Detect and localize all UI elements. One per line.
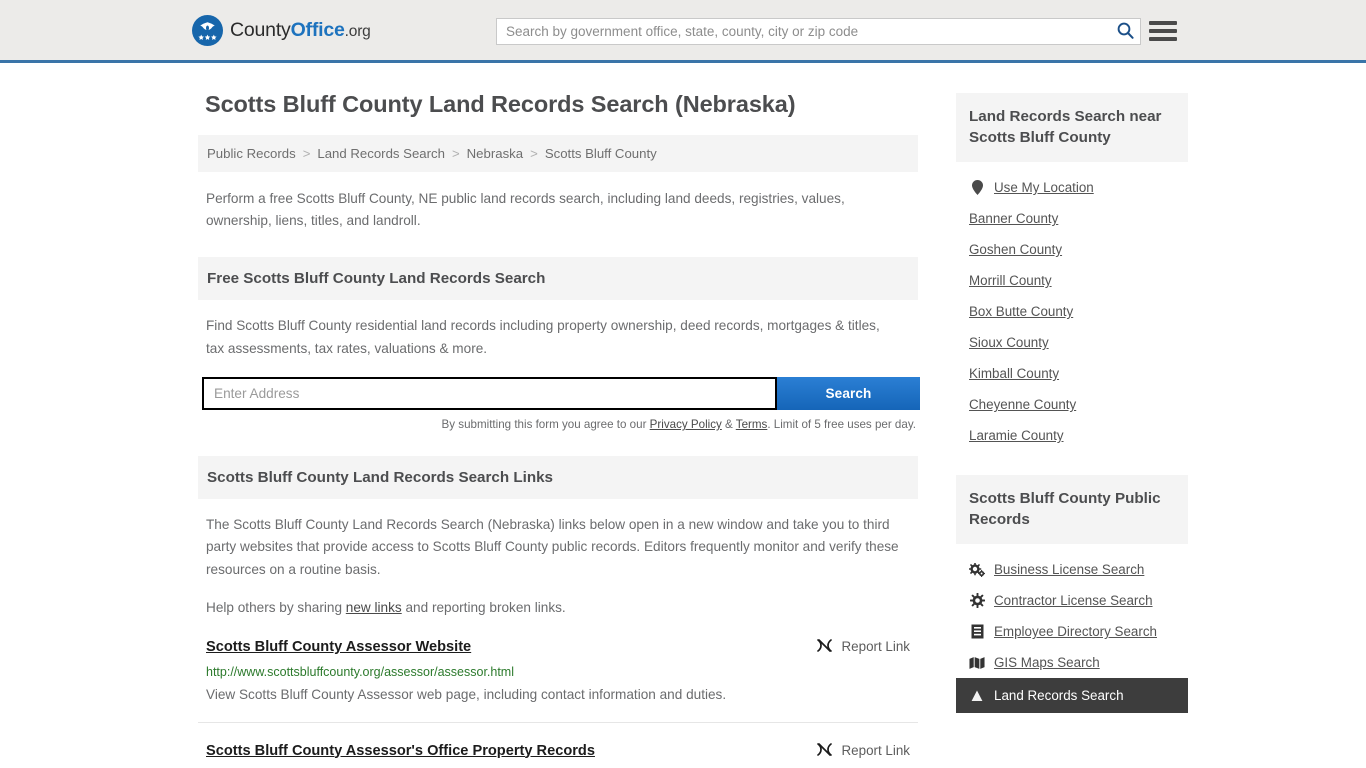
sidebar-item-cheyenne-county[interactable]: Cheyenne County [956,389,1188,420]
sidebar-item-box-butte-county[interactable]: Box Butte County [956,296,1188,327]
menu-bar-1 [1149,21,1177,25]
help-share-line: Help others by sharing new links and rep… [198,581,918,619]
sidebar-link-label[interactable]: Employee Directory Search [994,624,1157,639]
terms-link[interactable]: Terms [736,418,768,431]
sidebar-link-label[interactable]: Contractor License Search [994,593,1153,608]
report-link-button[interactable]: Report Link [798,742,910,760]
result-item: Scotts Bluff County Assessor Website Rep… [198,619,918,723]
broken-link-icon [816,742,833,760]
public-records-panel-heading: Scotts Bluff County Public Records [956,475,1188,545]
cogs-icon [969,562,985,577]
result-header: Scotts Bluff County Assessor's Office Pr… [206,742,910,761]
breadcrumb: Public Records > Land Records Search > N… [198,135,918,173]
nearby-panel-heading: Land Records Search near Scotts Bluff Co… [956,93,1188,163]
sidebar-link-label[interactable]: Goshen County [969,242,1062,257]
breadcrumb-item-public-records[interactable]: Public Records [207,146,296,161]
public-records-panel-list: Business License Search Contractor Licen… [956,544,1188,714]
sidebar-link-label[interactable]: Cheyenne County [969,397,1076,412]
menu-bar-3 [1149,37,1177,41]
free-search-heading: Free Scotts Bluff County Land Records Se… [198,257,918,301]
page-intro-text: Perform a free Scotts Bluff County, NE p… [206,191,845,229]
sidebar-item-employee-directory-search[interactable]: Employee Directory Search [956,616,1188,647]
page-container: Scotts Bluff County Land Records Search … [0,63,1366,768]
sidebar-link-label[interactable]: Land Records Search [994,688,1124,703]
sidebar-item-business-license-search[interactable]: Business License Search [956,554,1188,585]
sidebar-link-label[interactable]: Laramie County [969,428,1064,443]
site-logo[interactable]: CountyOffice.org [192,14,371,46]
page-title: Scotts Bluff County Land Records Search … [205,91,796,117]
sidebar-link-label[interactable]: Kimball County [969,366,1059,381]
sidebar-item-use-my-location[interactable]: Use My Location [956,172,1188,203]
result-title-link[interactable]: Scotts Bluff County Assessor Website [206,638,471,657]
result-url: http://www.scottsbluffcounty.org/assesso… [206,664,515,679]
map-pin-icon [969,180,985,196]
help-suffix: and reporting broken links. [401,599,566,615]
sidebar-item-contractor-license-search[interactable]: Contractor License Search [956,585,1188,616]
sidebar-item-gis-maps-search[interactable]: GIS Maps Search [956,647,1188,678]
breadcrumb-item-scotts-bluff-county: Scotts Bluff County [544,146,657,162]
address-input[interactable] [202,376,777,410]
site-header: CountyOffice.org [0,0,1366,63]
report-link-label: Report Link [841,743,910,759]
disclaimer-prefix: By submitting this form you agree to our [441,417,650,431]
privacy-policy-link[interactable]: Privacy Policy [650,418,722,431]
search-icon [1117,22,1134,42]
address-search-button[interactable]: Search [777,376,920,410]
free-search-description: Find Scotts Bluff County residential lan… [206,318,880,356]
result-item: Scotts Bluff County Assessor's Office Pr… [198,723,918,768]
sidebar: Land Records Search near Scotts Bluff Co… [956,83,1188,768]
result-title-link[interactable]: Scotts Bluff County Assessor's Office Pr… [206,742,595,761]
sidebar-link-label[interactable]: Business License Search [994,562,1144,577]
sidebar-item-sioux-county[interactable]: Sioux County [956,327,1188,358]
disclaimer-amp: & [721,417,736,431]
report-link-button[interactable]: Report Link [798,638,910,656]
address-search-form: Search [202,376,920,410]
sidebar-link-label[interactable]: GIS Maps Search [994,655,1100,670]
global-search-input[interactable] [497,19,1110,44]
global-search-submit-button[interactable] [1110,19,1140,44]
breadcrumb-separator: > [451,146,460,162]
map-icon [969,656,985,670]
sidebar-link-label[interactable]: Use My Location [994,180,1094,195]
help-prefix: Help others by sharing [206,599,346,615]
broken-link-icon [816,638,833,656]
sidebar-item-banner-county[interactable]: Banner County [956,203,1188,234]
sidebar-item-laramie-county[interactable]: Laramie County [956,420,1188,451]
sidebar-link-label[interactable]: Morrill County [969,273,1052,288]
gear-icon [969,593,985,609]
sidebar-panel-divider [956,451,1188,475]
breadcrumb-item-land-records-search[interactable]: Land Records Search [317,146,445,161]
brand-wordmark: CountyOffice.org [230,19,371,42]
brand-office-text: Office [290,18,345,41]
land-icon [969,689,985,703]
result-header: Scotts Bluff County Assessor Website Rep… [206,638,910,657]
menu-bar-2 [1149,29,1177,33]
directory-book-icon [969,624,985,639]
sidebar-link-label[interactable]: Sioux County [969,335,1049,350]
breadcrumb-item-nebraska[interactable]: Nebraska [467,146,523,161]
links-section-description: The Scotts Bluff County Land Records Sea… [206,516,899,577]
sidebar-item-kimball-county[interactable]: Kimball County [956,358,1188,389]
form-disclaimer: By submitting this form you agree to our… [198,410,920,431]
sidebar-link-label[interactable]: Box Butte County [969,304,1073,319]
sidebar-item-goshen-county[interactable]: Goshen County [956,234,1188,265]
new-links-link[interactable]: new links [346,600,402,615]
hamburger-menu-icon[interactable] [1149,19,1177,43]
links-section-heading: Scotts Bluff County Land Records Search … [198,455,918,499]
brand-org-text: .org [344,22,371,40]
sidebar-link-label[interactable]: Banner County [969,211,1058,226]
report-link-label: Report Link [841,639,910,655]
result-description: View Scotts Bluff County Assessor web pa… [206,686,727,702]
main-content: Scotts Bluff County Land Records Search … [198,83,920,768]
breadcrumb-separator: > [530,146,538,162]
sidebar-item-land-records-search[interactable]: Land Records Search [956,678,1188,714]
global-search-bar[interactable] [496,18,1141,45]
sidebar-item-morrill-county[interactable]: Morrill County [956,265,1188,296]
disclaimer-suffix: . Limit of 5 free uses per day. [767,417,916,431]
eagle-seal-logo-icon [192,14,223,46]
breadcrumb-separator: > [302,146,311,162]
brand-county-text: County [230,18,291,41]
nearby-panel-list: Use My Location Banner County Goshen Cou… [956,162,1188,451]
